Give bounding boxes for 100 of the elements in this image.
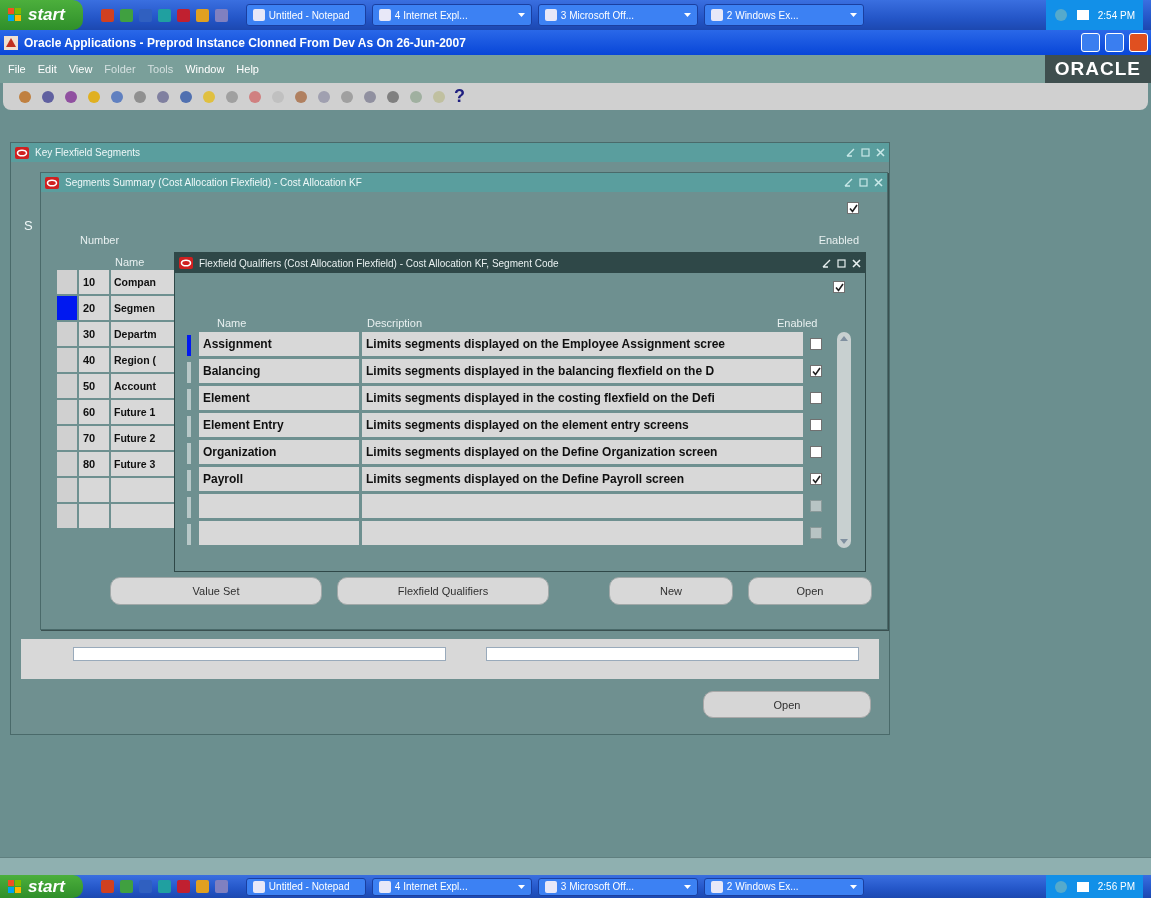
- row-indicator[interactable]: [57, 374, 77, 398]
- taskbar-button[interactable]: 4 Internet Expl...: [371, 4, 532, 26]
- window-icon: [710, 880, 723, 893]
- toolbar-icon[interactable]: [362, 88, 378, 105]
- input-field[interactable]: [486, 647, 859, 661]
- row-indicator[interactable]: [57, 270, 77, 294]
- menu-item[interactable]: Edit: [37, 63, 57, 75]
- checkbox[interactable]: [810, 473, 822, 485]
- taskbar-button[interactable]: Untitled - Notepad: [245, 877, 366, 896]
- row-indicator[interactable]: [187, 443, 191, 464]
- quick-launch-icon[interactable]: [214, 880, 228, 893]
- row-indicator[interactable]: [57, 348, 77, 372]
- checkbox[interactable]: [810, 338, 822, 350]
- new-button[interactable]: New: [609, 577, 733, 605]
- quick-launch-icon[interactable]: [119, 8, 133, 22]
- row-indicator[interactable]: [57, 426, 77, 450]
- caret-icon: [517, 884, 525, 889]
- menu-item[interactable]: Help: [236, 63, 259, 75]
- flexfield-qualifiers-button[interactable]: Flexfield Qualifiers: [337, 577, 549, 605]
- checkbox[interactable]: [810, 419, 822, 431]
- quick-launch-icon[interactable]: [157, 8, 171, 22]
- help-glyph[interactable]: ?: [454, 86, 465, 107]
- toolbar-icon[interactable]: [63, 88, 79, 105]
- checkbox[interactable]: [833, 281, 845, 293]
- toolbar-icon[interactable]: [385, 88, 401, 105]
- checkbox[interactable]: [810, 365, 822, 377]
- toolbar-icon[interactable]: [247, 88, 263, 105]
- row-indicator[interactable]: [57, 322, 77, 346]
- row-indicator[interactable]: [57, 504, 77, 528]
- menu-item[interactable]: View: [68, 63, 93, 75]
- checkbox[interactable]: [847, 202, 859, 214]
- maximize-button[interactable]: [1105, 33, 1124, 52]
- oracle-window-icon: [15, 146, 29, 159]
- quick-launch-icon[interactable]: [214, 8, 228, 22]
- window-icon: [544, 9, 557, 21]
- row-indicator[interactable]: [187, 416, 191, 437]
- quick-launch-icon[interactable]: [195, 8, 209, 22]
- quick-launch-icon[interactable]: [138, 8, 152, 22]
- close-button[interactable]: [1129, 33, 1148, 52]
- row-indicator[interactable]: [187, 389, 191, 410]
- menu-item[interactable]: Window: [185, 63, 225, 75]
- toolbar-icon[interactable]: [155, 88, 171, 105]
- toolbar-icon[interactable]: [109, 88, 125, 105]
- taskbar-button[interactable]: Untitled - Notepad: [245, 4, 366, 26]
- close-icon[interactable]: [852, 258, 861, 268]
- window-icon: [252, 880, 265, 893]
- row-indicator[interactable]: [187, 524, 191, 545]
- taskbar-button[interactable]: 3 Microsoft Off...: [537, 4, 698, 26]
- row-indicator[interactable]: [57, 400, 77, 424]
- row-indicator[interactable]: [187, 470, 191, 491]
- quick-launch-icon[interactable]: [100, 880, 114, 893]
- checkbox[interactable]: [810, 500, 822, 512]
- toolbar-icon[interactable]: [132, 88, 148, 105]
- taskbar-button[interactable]: 2 Windows Ex...: [703, 4, 864, 26]
- minimize-button[interactable]: [1081, 33, 1100, 52]
- start-button[interactable]: start: [0, 875, 83, 898]
- scroll-down-icon[interactable]: [840, 539, 848, 544]
- tray-icon[interactable]: [1075, 8, 1090, 22]
- table-cell: Compan: [111, 270, 175, 294]
- row-indicator[interactable]: [57, 478, 77, 502]
- scrollbar[interactable]: [837, 332, 851, 548]
- scrollbar[interactable]: [0, 857, 1151, 875]
- quick-launch-icon[interactable]: [195, 880, 209, 893]
- row-indicator[interactable]: [187, 497, 191, 518]
- quick-launch-icon[interactable]: [119, 880, 133, 893]
- window-icon: [544, 880, 557, 893]
- value-set-button[interactable]: Value Set: [110, 577, 322, 605]
- windows-logo-icon: [8, 8, 22, 22]
- table-cell: Organization: [199, 440, 359, 464]
- row-indicator[interactable]: [57, 296, 77, 320]
- toolbar-icon[interactable]: [339, 88, 355, 105]
- toolbar-icon[interactable]: [178, 88, 194, 105]
- checkbox[interactable]: [810, 527, 822, 539]
- tray-icon[interactable]: [1075, 879, 1090, 894]
- quick-launch-icon[interactable]: [157, 880, 171, 893]
- minimize-icon[interactable]: [822, 258, 831, 268]
- checkbox[interactable]: [810, 392, 822, 404]
- taskbar-button[interactable]: 2 Windows Ex...: [703, 877, 864, 896]
- quick-launch-icon[interactable]: [100, 8, 114, 22]
- quick-launch-icon[interactable]: [138, 880, 152, 893]
- toolbar-icon[interactable]: [17, 88, 33, 105]
- row-indicator[interactable]: [57, 452, 77, 476]
- toolbar-icon[interactable]: [316, 88, 332, 105]
- row-indicator[interactable]: [187, 335, 191, 356]
- start-button[interactable]: start: [0, 0, 83, 30]
- row-indicator[interactable]: [187, 362, 191, 383]
- taskbar-button[interactable]: 3 Microsoft Off...: [537, 877, 698, 896]
- open-button[interactable]: Open: [748, 577, 872, 605]
- checkbox[interactable]: [810, 446, 822, 458]
- taskbar-button[interactable]: 4 Internet Expl...: [371, 877, 532, 896]
- menu-item[interactable]: File: [8, 63, 26, 75]
- toolbar-icon[interactable]: [40, 88, 56, 105]
- toolbar-icon[interactable]: [224, 88, 240, 105]
- quick-launch-icon[interactable]: [176, 8, 190, 22]
- toolbar-icon[interactable]: [293, 88, 309, 105]
- maximize-icon[interactable]: [837, 258, 846, 268]
- scroll-up-icon[interactable]: [840, 336, 848, 341]
- quick-launch-icon[interactable]: [176, 880, 190, 893]
- open-button[interactable]: Open: [703, 691, 871, 718]
- input-field[interactable]: [73, 647, 446, 661]
